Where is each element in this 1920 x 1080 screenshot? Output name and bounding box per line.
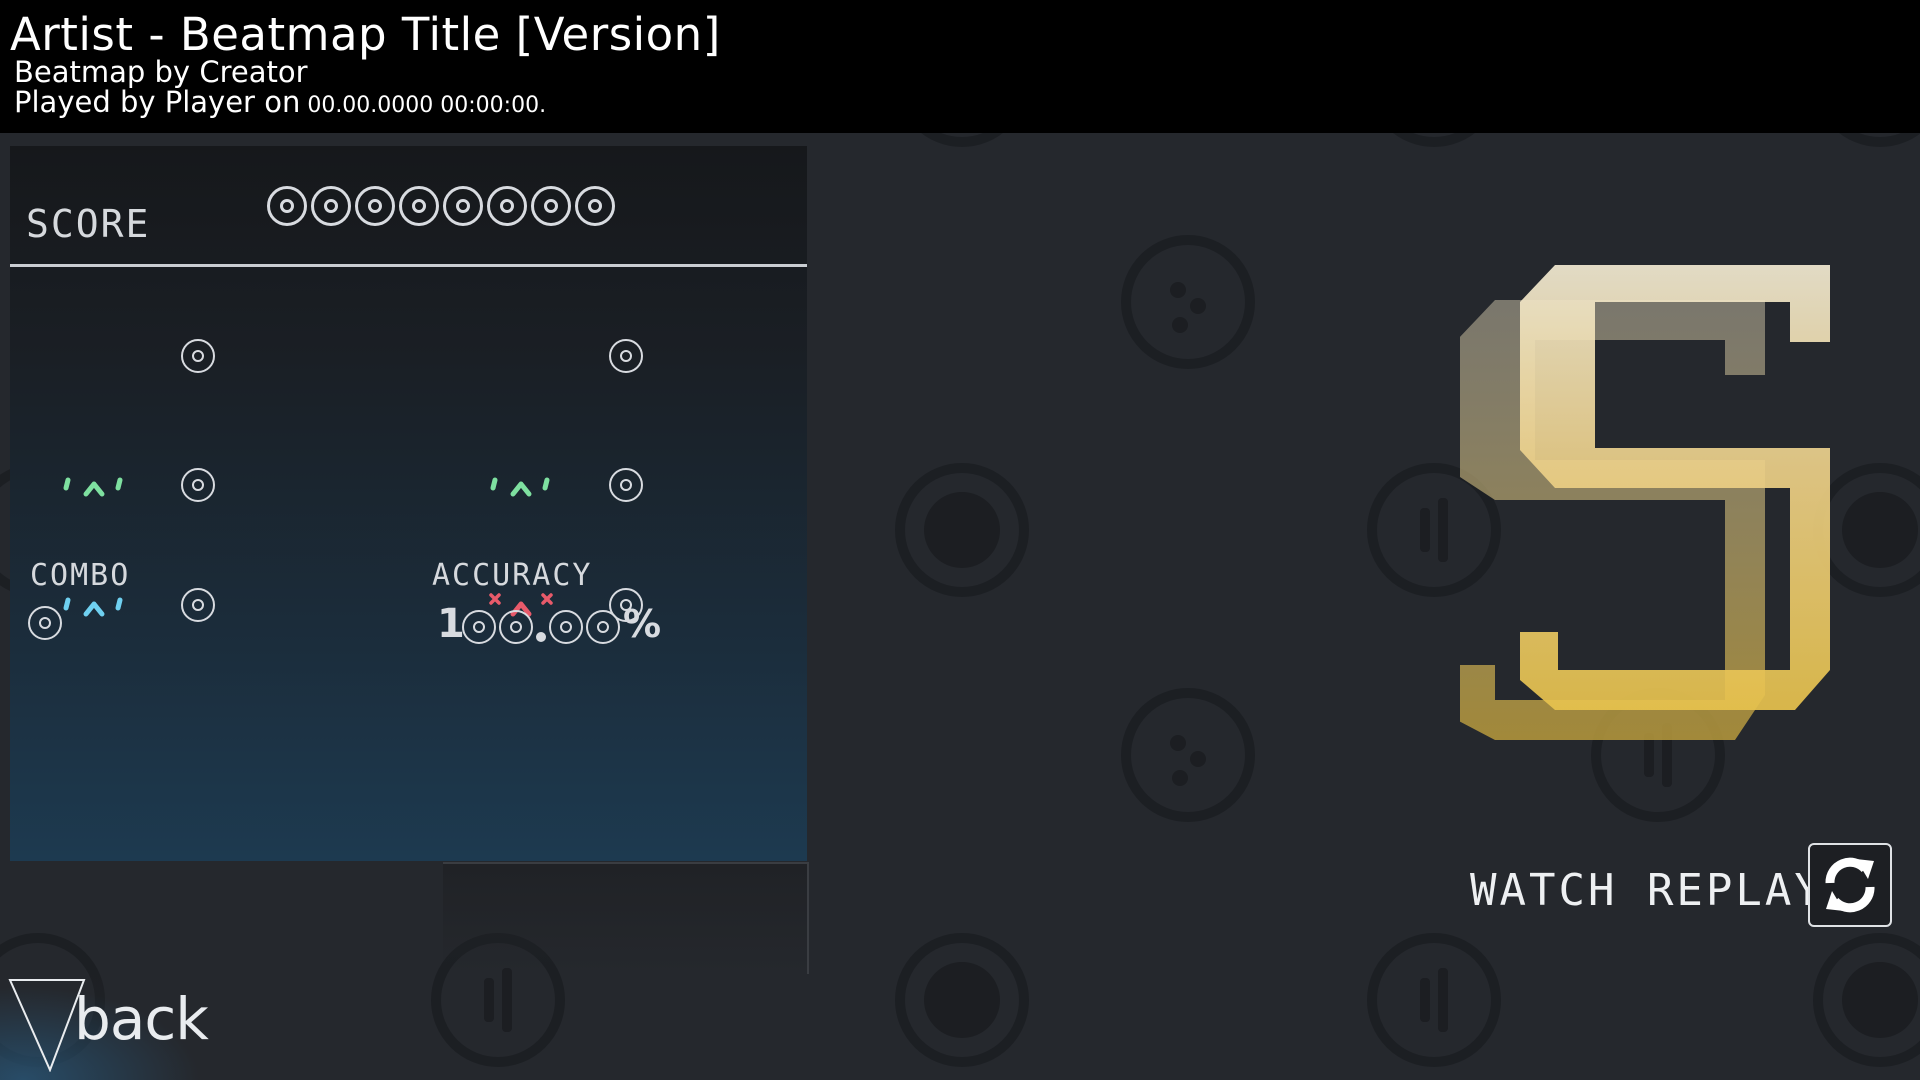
score-label: SCORE: [26, 202, 151, 246]
watch-replay-label: WATCH REPLAY: [1470, 865, 1824, 916]
accuracy-digit: 1: [437, 601, 465, 647]
hit-100-count: [181, 468, 215, 502]
accuracy-digit: [462, 610, 496, 644]
accuracy-digit: [549, 610, 583, 644]
accuracy-digit: [586, 610, 620, 644]
score-digit: [355, 186, 395, 226]
played-by-line: Played by Player on 00.00.0000 00:00:00.: [14, 85, 546, 123]
results-screen: Artist - Beatmap Title [Version] Beatmap…: [0, 0, 1920, 1080]
replay-icon-button[interactable]: [1808, 843, 1892, 927]
hit-katu-count: [609, 468, 643, 502]
hit-50-count: [181, 588, 215, 622]
accuracy-value: 1%: [437, 604, 661, 644]
rank-s-grade: [1460, 265, 1830, 740]
back-button[interactable]: back: [0, 970, 230, 1080]
back-label: back: [74, 985, 209, 1053]
accuracy-digit: [499, 610, 533, 644]
accuracy-label: ACCURACY: [432, 558, 593, 593]
score-value: [267, 186, 615, 226]
happy-face-green-icon: [63, 477, 123, 497]
accuracy-percent-sign: %: [623, 602, 662, 646]
watch-replay-button[interactable]: WATCH REPLAY: [1470, 843, 1894, 929]
score-digit: [443, 186, 483, 226]
combo-label: COMBO: [30, 558, 131, 593]
beatmap-creator: Beatmap by Creator: [14, 55, 308, 89]
happy-face-blue-icon: [63, 597, 123, 617]
beatmap-header: Artist - Beatmap Title [Version] Beatmap…: [0, 0, 1920, 133]
combo-value: [28, 606, 62, 640]
hit-geki-count: [609, 339, 643, 373]
score-digit: [267, 186, 307, 226]
played-date: 00.00.0000 00:00:00.: [300, 93, 547, 118]
score-digit: [487, 186, 527, 226]
score-row: SCORE: [10, 146, 807, 267]
score-digit: [575, 186, 615, 226]
replay-icon: [1825, 857, 1875, 913]
score-digit: [531, 186, 571, 226]
score-digit: [399, 186, 439, 226]
hit-300-count: [181, 339, 215, 373]
ranking-panel-tab: [443, 862, 809, 974]
happy-face-green-icon: [490, 477, 550, 497]
accuracy-decimal-point: [536, 632, 546, 642]
score-digit: [311, 186, 351, 226]
played-by-text: Played by Player on: [14, 85, 301, 119]
